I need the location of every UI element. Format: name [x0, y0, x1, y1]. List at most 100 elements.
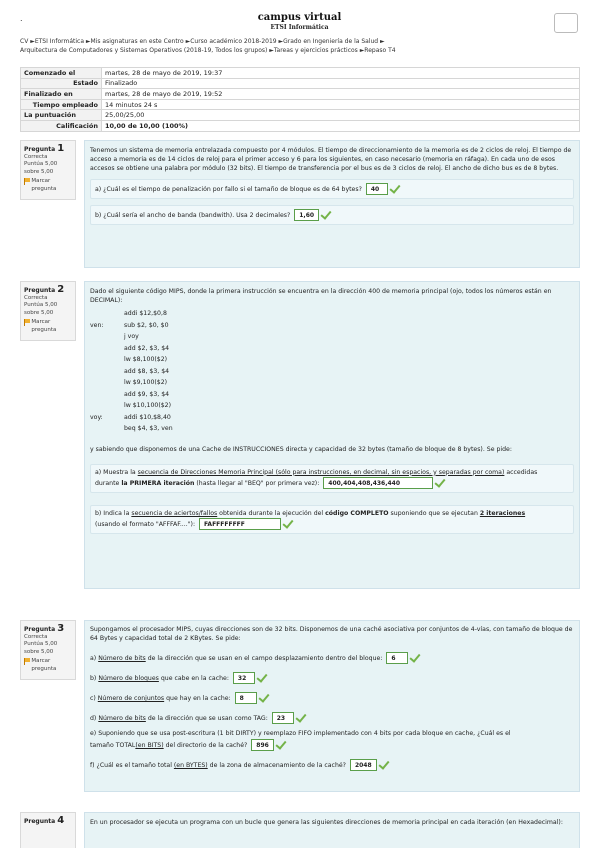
- prompt-underlined: Número de bloques: [98, 675, 159, 682]
- question-statement: En un procesador se ejecuta un programa …: [90, 819, 563, 826]
- summary-label: La puntuación: [20, 109, 102, 121]
- code-line: lw $10,100($2): [90, 400, 574, 412]
- question-statement: Dado el siguiente código MIPS, donde la …: [90, 288, 552, 304]
- code-line: add $9, $3, $4: [90, 389, 574, 401]
- answer-field[interactable]: FAFFFFFFFF: [199, 517, 282, 530]
- menu-button[interactable]: [554, 13, 578, 33]
- answer-row-a: a) Muestra la secuencia de Direcciones M…: [90, 463, 574, 493]
- prompt-underlined: secuencia de aciertos/fallos: [131, 509, 218, 517]
- code-label: ven:: [90, 321, 104, 329]
- code-line: ven: sub $2, $0, $0: [90, 320, 574, 332]
- breadcrumb-line-2[interactable]: Arquitectura de Computadores y Sistemas …: [20, 46, 580, 55]
- prompt-bold: código COMPLETO: [325, 509, 389, 517]
- code-line: addi $12,$0,8: [90, 308, 574, 320]
- summary-value: martes, 28 de mayo de 2019, 19:37: [101, 67, 580, 79]
- summary-row: Estado Finalizado: [20, 77, 580, 90]
- prompt-text: que cabe en la cache:: [158, 675, 229, 682]
- question-label: Pregunta: [24, 626, 56, 633]
- code-instruction: addi $10,$8,40: [124, 413, 171, 421]
- code-instruction: beq $4, $3, ven: [124, 425, 173, 432]
- question-score: Puntúa 5,00 sobre 5,00: [24, 302, 58, 316]
- summary-label: Estado: [20, 77, 102, 90]
- cache-description: y sabiendo que disponemos de una Cache d…: [90, 445, 512, 453]
- code-label: [90, 400, 124, 412]
- answer-row-e: e) Suponiendo que se usa post-escritura …: [90, 730, 574, 751]
- code-line: add $2, $3, $4: [90, 343, 574, 355]
- code-line: lw $9,100($2): [90, 377, 574, 389]
- answer-row-a: a) Número de bits de la dirección que se…: [90, 652, 574, 664]
- code-label: [90, 423, 124, 435]
- answer-prompt: durante la PRIMERA iteración (hasta lleg…: [95, 476, 569, 489]
- flag-question-button[interactable]: Marcar pregunta: [24, 178, 72, 193]
- prompt-text: b) Indica la: [95, 509, 132, 517]
- answer-field[interactable]: 400,404,408,436,440: [323, 476, 434, 489]
- prompt-text: e) Suponiendo que se usa post-escritura …: [90, 730, 511, 737]
- site-title[interactable]: campus virtual: [0, 12, 599, 23]
- question-statement: Tenemos un sistema de memoria entrelazad…: [90, 147, 572, 172]
- question-number-value: 3: [57, 623, 65, 634]
- code-line: add $8, $3, $4: [90, 366, 574, 378]
- answer-field[interactable]: 8: [234, 692, 257, 704]
- question-number: Pregunta 3: [24, 623, 72, 634]
- code-label: [90, 389, 124, 401]
- prompt-underlined: Número de bits: [98, 715, 146, 722]
- answer-field[interactable]: 6: [386, 652, 409, 664]
- flag-icon[interactable]: [24, 658, 31, 665]
- prompt-text: del directorio de la caché?: [163, 741, 248, 749]
- flag-question-label[interactable]: Marcar pregunta: [31, 319, 72, 334]
- flag-question-button[interactable]: Marcar pregunta: [24, 658, 72, 673]
- correct-check-icon: [258, 693, 270, 703]
- code-label: [90, 366, 124, 378]
- correct-check-icon: [378, 760, 390, 770]
- summary-row: Comenzado el martes, 28 de mayo de 2019,…: [20, 67, 580, 79]
- answer-field[interactable]: 896: [251, 738, 274, 751]
- summary-row: Tiempo empleado 14 minutos 24 s: [20, 98, 580, 111]
- question-statement: Supongamos el procesador MIPS, cuyas dir…: [90, 626, 573, 642]
- code-label: [90, 308, 124, 320]
- question-text: En un procesador se ejecuta un programa …: [90, 818, 574, 827]
- breadcrumb-line-1[interactable]: CV ►ETSI Informática ►Mis asignaturas en…: [20, 37, 580, 46]
- summary-label: Tiempo empleado: [20, 98, 102, 111]
- flag-question-label[interactable]: Marcar pregunta: [31, 658, 72, 673]
- question-content: Supongamos el procesador MIPS, cuyas dir…: [84, 620, 580, 792]
- summary-label: Finalizado en: [20, 88, 102, 100]
- prompt-text: a) Muestra la: [95, 468, 138, 476]
- answer-field[interactable]: 40: [365, 183, 388, 195]
- flag-icon[interactable]: [24, 319, 31, 326]
- answer-prompt: b) ¿Cuál sería el ancho de banda (bandwi…: [95, 212, 291, 219]
- answer-prompt: a) ¿Cuál es el tiempo de penalización po…: [95, 186, 362, 193]
- flag-question-button[interactable]: Marcar pregunta: [24, 319, 72, 334]
- correct-check-icon: [434, 478, 446, 488]
- code-label: [90, 377, 124, 389]
- code-label: voy:: [90, 413, 103, 421]
- code-instruction: add $8, $3, $4: [124, 367, 170, 375]
- correct-check-icon: [256, 673, 268, 683]
- prompt-text: a): [90, 655, 99, 662]
- question-number: Pregunta 4: [24, 815, 72, 826]
- prompt-text: (usando el formato "AFFFAF...."):: [95, 520, 196, 528]
- answer-row-f: f) ¿Cuál es el tamaño total (en BYTES) d…: [90, 758, 574, 771]
- prompt-underlined: (en BITS): [135, 741, 164, 749]
- correct-check-icon: [409, 653, 421, 663]
- summary-value: Finalizado: [101, 77, 580, 90]
- code-instruction: lw $8,100($2): [124, 356, 168, 363]
- breadcrumb[interactable]: CV ►ETSI Informática ►Mis asignaturas en…: [20, 37, 580, 55]
- prompt-text: accedidas: [504, 468, 538, 476]
- question-info: Pregunta 2 Correcta Puntúa 5,00 sobre 5,…: [20, 281, 76, 341]
- correct-check-icon: [320, 210, 332, 220]
- question-number-value: 4: [57, 815, 65, 826]
- question-number-value: 1: [57, 143, 65, 154]
- answer-field[interactable]: 32: [232, 672, 255, 684]
- prompt-text: c): [90, 695, 98, 702]
- prompt-bold-underlined: 2 iteraciones: [479, 509, 526, 517]
- code-line: voy: addi $10,$8,40: [90, 412, 574, 424]
- answer-field[interactable]: 1,60: [294, 209, 320, 221]
- answer-prompt: a) Muestra la secuencia de Direcciones M…: [95, 468, 569, 477]
- code-line: lw $8,100($2): [90, 354, 574, 366]
- flag-question-label[interactable]: Marcar pregunta: [31, 178, 72, 193]
- question-text: Tenemos un sistema de memoria entrelazad…: [90, 146, 574, 173]
- answer-field[interactable]: 2048: [349, 758, 377, 771]
- answer-row-c: c) Número de conjuntos que hay en la cac…: [90, 692, 574, 704]
- answer-field[interactable]: 23: [271, 712, 294, 724]
- flag-icon[interactable]: [24, 178, 31, 185]
